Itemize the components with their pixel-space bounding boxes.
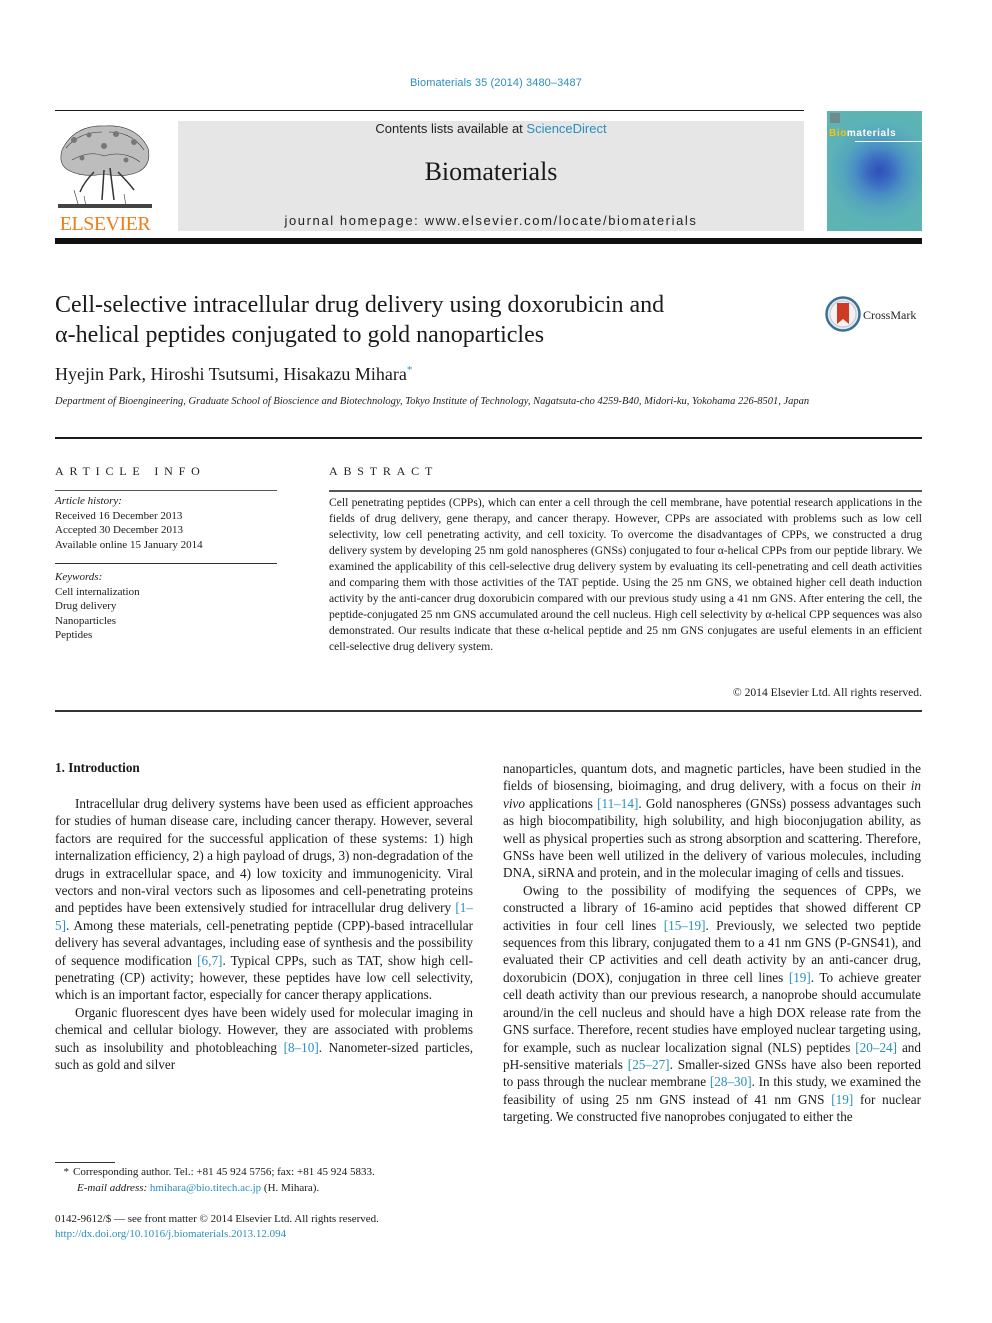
doi-link[interactable]: http://dx.doi.org/10.1016/j.biomaterials… <box>55 1227 485 1242</box>
elsevier-tree-icon <box>54 120 156 210</box>
citation-reference-link[interactable]: [19] <box>831 1092 853 1107</box>
header-top-rule <box>55 110 804 111</box>
homepage-url-link[interactable]: www.elsevier.com/locate/biomaterials <box>425 213 698 228</box>
citation-reference-link[interactable]: [6,7] <box>197 953 222 968</box>
corresponding-author-mark[interactable]: * <box>407 364 413 376</box>
cover-publisher-icon <box>830 113 840 123</box>
body-text: applications <box>524 795 598 811</box>
keyword-item: Peptides <box>55 629 93 641</box>
journal-cover-image[interactable]: Biomaterials <box>827 111 922 231</box>
cover-title-highlight: Bio <box>829 128 847 139</box>
section-heading-introduction: 1. Introduction <box>55 760 140 775</box>
body-column-right: nanoparticles, quantum dots, and magneti… <box>503 760 921 1126</box>
body-column-left: Intracellular drug delivery systems have… <box>55 795 473 1074</box>
citation-reference-link[interactable]: [20–24] <box>855 1040 897 1055</box>
author-affiliation: Department of Bioengineering, Graduate S… <box>55 396 810 407</box>
corresponding-author-footnote: * Corresponding author. Tel.: +81 45 924 … <box>55 1165 485 1196</box>
citation-reference-link[interactable]: [19] <box>789 970 811 985</box>
article-info-rule <box>55 490 277 491</box>
email-link[interactable]: hmihara@bio.titech.ac.jp <box>150 1182 261 1194</box>
article-title-line-2: α-helical peptides conjugated to gold na… <box>55 322 545 348</box>
homepage-label: journal homepage: <box>284 213 425 228</box>
sciencedirect-link[interactable]: ScienceDirect <box>526 121 606 136</box>
header-bottom-rule <box>55 238 922 244</box>
contents-availability: Contents lists available at ScienceDirec… <box>178 121 804 136</box>
footnote-contact: Corresponding author. Tel.: +81 45 924 5… <box>73 1166 375 1178</box>
keywords-list: Keywords: Cell internalization Drug deli… <box>55 570 277 643</box>
email-suffix: (H. Mihara). <box>261 1181 320 1194</box>
article-history: Article history: Received 16 December 20… <box>55 494 277 552</box>
section-rule <box>55 437 922 439</box>
footnote-star: * <box>63 1166 70 1178</box>
cover-rule <box>855 141 922 142</box>
article-history-label: Article history: <box>55 495 122 507</box>
abstract-heading: ABSTRACT <box>329 464 439 478</box>
author-list: Hyejin Park, Hiroshi Tsutsumi, Hisakazu … <box>55 364 412 385</box>
article-info-heading: ARTICLE INFO <box>55 464 206 478</box>
keyword-item: Drug delivery <box>55 600 117 612</box>
history-online: Available online 15 January 2014 <box>55 538 203 551</box>
author-names: Hyejin Park, Hiroshi Tsutsumi, Hisakazu … <box>55 364 407 384</box>
crossmark-button[interactable]: CrossMark <box>825 296 925 334</box>
journal-citation-link[interactable]: Biomaterials 35 (2014) 3480–3487 <box>0 77 992 89</box>
journal-masthead: Contents lists available at ScienceDirec… <box>178 121 804 231</box>
history-accepted: Accepted 30 December 2013 <box>55 524 183 536</box>
citation-reference-link[interactable]: [8–10] <box>284 1040 319 1055</box>
journal-title: Biomaterials <box>424 157 558 186</box>
citation-reference-link[interactable]: [15–19] <box>664 918 706 933</box>
citation-reference-link[interactable]: [11–14] <box>597 796 638 811</box>
intro-paragraph: Intracellular drug delivery systems have… <box>55 795 473 1004</box>
abstract-copyright: © 2014 Elsevier Ltd. All rights reserved… <box>732 686 922 699</box>
abstract-rule <box>329 490 922 492</box>
body-text: Intracellular drug delivery systems have… <box>55 796 473 916</box>
journal-homepage: journal homepage: www.elsevier.com/locat… <box>178 213 804 228</box>
front-matter: 0142-9612/$ — see front matter © 2014 El… <box>55 1212 485 1242</box>
intro-paragraph: Organic fluorescent dyes have been widel… <box>55 1004 473 1074</box>
article-title: Cell-selective intracellular drug delive… <box>55 290 795 350</box>
email-label: E-mail address: <box>77 1181 148 1194</box>
citation-reference-link[interactable]: [28–30] <box>710 1074 752 1089</box>
crossmark-label: CrossMark <box>863 308 917 322</box>
elsevier-wordmark: ELSEVIER <box>59 213 151 235</box>
intro-paragraph: Owing to the possibility of modifying th… <box>503 882 921 1126</box>
cover-title: Biomaterials <box>827 128 922 139</box>
article-title-line-1: Cell-selective intracellular drug delive… <box>55 292 665 318</box>
intro-paragraph-continued: nanoparticles, quantum dots, and magneti… <box>503 760 921 882</box>
issn-line: 0142-9612/$ — see front matter © 2014 El… <box>55 1213 379 1225</box>
keywords-rule <box>55 563 277 564</box>
citation-reference-link[interactable]: [25–27] <box>628 1057 670 1072</box>
contents-prefix: Contents lists available at <box>375 121 527 136</box>
cover-title-rest: materials <box>846 128 897 139</box>
elsevier-logo[interactable]: ELSEVIER <box>54 120 156 235</box>
section-rule <box>55 710 922 712</box>
footnote-rule <box>55 1162 115 1163</box>
keyword-item: Cell internalization <box>55 585 140 598</box>
body-text: nanoparticles, quantum dots, and magneti… <box>503 761 921 794</box>
keyword-item: Nanoparticles <box>55 614 117 627</box>
keywords-label: Keywords: <box>55 571 103 583</box>
crossmark-icon <box>825 296 861 332</box>
abstract-text: Cell penetrating peptides (CPPs), which … <box>329 496 922 653</box>
history-received: Received 16 December 2013 <box>55 509 183 522</box>
